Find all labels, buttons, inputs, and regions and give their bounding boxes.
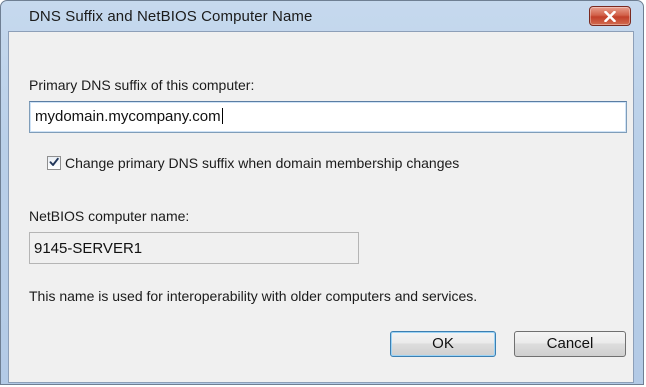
title-bar[interactable]: DNS Suffix and NetBIOS Computer Name (1, 1, 643, 31)
netbios-name-field: 9145-SERVER1 (29, 232, 359, 264)
change-dns-suffix-checkbox[interactable] (47, 156, 61, 170)
close-button[interactable] (589, 6, 631, 26)
dns-suffix-label: Primary DNS suffix of this computer: (29, 77, 255, 93)
close-icon (604, 10, 616, 22)
text-caret (221, 108, 223, 124)
dns-suffix-input[interactable]: mydomain.mycompany.com (29, 101, 627, 133)
ok-button[interactable]: OK (390, 331, 496, 357)
cancel-button[interactable]: Cancel (514, 331, 626, 357)
dialog-window: DNS Suffix and NetBIOS Computer Name (0, 0, 644, 385)
change-dns-suffix-label[interactable]: Change primary DNS suffix when domain me… (65, 155, 459, 171)
netbios-name-value: 9145-SERVER1 (34, 240, 143, 257)
checkmark-icon (49, 154, 59, 172)
interoperability-note: This name is used for interoperability w… (29, 288, 478, 304)
dns-suffix-value: mydomain.mycompany.com (35, 108, 221, 125)
netbios-name-label: NetBIOS computer name: (29, 208, 190, 224)
window-title: DNS Suffix and NetBIOS Computer Name (29, 8, 313, 25)
